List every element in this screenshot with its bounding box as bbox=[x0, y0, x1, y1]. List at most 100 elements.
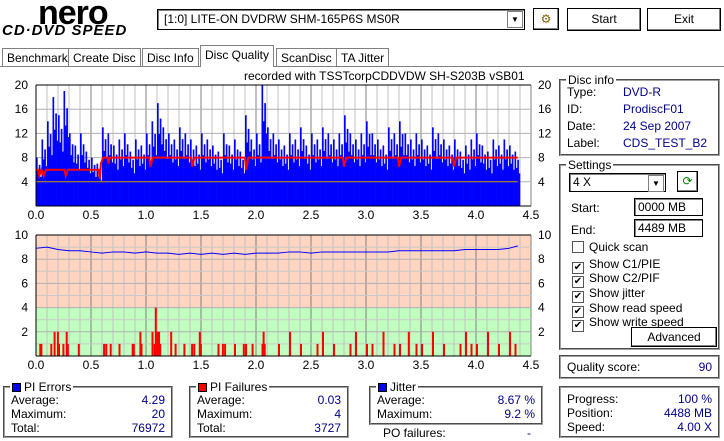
pi-failures-group: PI Failures Average: 0.03 Maximum: 4 Total… bbox=[189, 380, 349, 438]
pif-bar bbox=[53, 331, 56, 356]
pif-bar bbox=[470, 343, 473, 356]
checkbox-empty-icon bbox=[572, 241, 584, 253]
pif-bar bbox=[382, 331, 385, 356]
start-input[interactable]: 0000 MB bbox=[634, 198, 703, 216]
position-label: Position: bbox=[567, 406, 614, 420]
pi-failures-title: PI Failures bbox=[210, 380, 268, 394]
jitter-average: 8.67 % bbox=[497, 393, 535, 407]
pi-failures-total: 3727 bbox=[314, 421, 341, 435]
po-failures-row: PO failures: - bbox=[383, 426, 531, 441]
pi-errors-group: PI Errors Average: 4.29 Maximum: 20 Total:… bbox=[3, 380, 173, 438]
x-tick-label: 1.0 bbox=[138, 358, 155, 372]
tab-disc-quality[interactable]: Disc Quality bbox=[200, 45, 275, 67]
pif-bar bbox=[415, 343, 418, 356]
pif-bar bbox=[140, 343, 143, 356]
speed-select-value: 4 X bbox=[573, 175, 592, 189]
y-tick-label-right: 8 bbox=[538, 151, 545, 165]
pif-bar bbox=[465, 331, 467, 356]
y-tick-label-right: 12 bbox=[538, 126, 552, 140]
x-tick-label: 4.5 bbox=[523, 358, 540, 372]
disc-date: 24 Sep 2007 bbox=[623, 119, 692, 133]
exit-button[interactable]: Exit bbox=[647, 8, 721, 31]
avg-label: Average: bbox=[197, 393, 245, 407]
pif-bar bbox=[151, 331, 154, 356]
y-tick-label-right: 6 bbox=[538, 276, 545, 290]
y-tick-label-right: 10 bbox=[538, 228, 552, 242]
pif-bar bbox=[443, 343, 445, 356]
checkbox-label: Show C2/PIF bbox=[589, 271, 660, 285]
pif-bar bbox=[509, 331, 511, 356]
pif-bar bbox=[393, 343, 396, 356]
avg-label: Average: bbox=[377, 393, 425, 407]
pif-bar bbox=[366, 343, 368, 356]
pif-bar bbox=[191, 343, 194, 356]
max-label: Maximum: bbox=[377, 407, 433, 421]
settings-title: Settings bbox=[566, 158, 614, 172]
quick-scan-checkbox[interactable]: Quick scan bbox=[572, 240, 648, 254]
x-tick-label: 2.5 bbox=[303, 358, 320, 372]
show-c1-pie-checkbox[interactable]: ✔ Show C1/PIE bbox=[572, 257, 660, 274]
pif-bar bbox=[355, 331, 357, 356]
jitter-title: Jitter bbox=[390, 380, 417, 394]
max-label: Maximum: bbox=[197, 407, 253, 421]
pi-errors-maximum: 20 bbox=[151, 407, 165, 421]
jitter-maximum: 9.2 % bbox=[504, 407, 535, 421]
disc-type: DVD-R bbox=[623, 85, 661, 99]
red-legend-swatch bbox=[198, 383, 207, 392]
advanced-button[interactable]: Advanced bbox=[631, 327, 717, 347]
pif-bar bbox=[50, 343, 53, 356]
progress-value: 100 % bbox=[677, 392, 712, 406]
pif-bar bbox=[40, 343, 43, 356]
show-read-speed-checkbox[interactable]: ✔ Show read speed bbox=[572, 301, 682, 318]
speed-value: 4.00 X bbox=[677, 420, 712, 434]
id-label: ID: bbox=[567, 102, 583, 116]
pif-bar bbox=[242, 343, 245, 356]
chevron-down-icon[interactable]: ▼ bbox=[648, 175, 664, 192]
pi-errors-average: 4.29 bbox=[141, 393, 165, 407]
y-tick-label-left: 16 bbox=[15, 102, 29, 116]
pif-bar bbox=[199, 343, 202, 356]
disc-info-group: Disc info Type: DVD-R ID: ProdiscF01 Date:… bbox=[559, 73, 720, 156]
quality-score-value: 90 bbox=[698, 360, 712, 374]
pif-bar bbox=[333, 343, 335, 356]
y-tick-label-left: 8 bbox=[21, 252, 28, 266]
pif-bar bbox=[399, 343, 401, 356]
blue-legend-swatch bbox=[378, 383, 387, 392]
x-tick-label: 2.0 bbox=[248, 358, 265, 372]
y-tick-label-left: 20 bbox=[15, 78, 29, 92]
show-c2-pif-checkbox[interactable]: ✔ Show C2/PIF bbox=[572, 271, 660, 288]
x-tick-label: 3.5 bbox=[413, 358, 430, 372]
disc-label: CDS_TEST_B2 bbox=[623, 136, 708, 150]
total-label: Total: bbox=[11, 421, 40, 435]
start-button[interactable]: Start bbox=[567, 8, 641, 31]
total-label: Total: bbox=[197, 421, 226, 435]
x-tick-label: 3.0 bbox=[358, 358, 375, 372]
x-tick-label: 4.0 bbox=[468, 358, 485, 372]
pi-failures-maximum: 4 bbox=[334, 407, 341, 421]
y-tick-label-left: 4 bbox=[21, 175, 28, 189]
pif-bar bbox=[316, 343, 319, 356]
end-input[interactable]: 4489 MB bbox=[634, 219, 703, 237]
jitter-group: Jitter Average: 8.67 % Maximum: 9.2 % bbox=[369, 380, 543, 425]
y-tick-label-right: 16 bbox=[538, 102, 552, 116]
progress-label: Progress: bbox=[567, 392, 619, 406]
pif-bar bbox=[109, 343, 112, 356]
show-jitter-checkbox[interactable]: ✔ Show jitter bbox=[572, 286, 645, 303]
x-tick-label: 1.5 bbox=[193, 208, 210, 222]
refresh-icon[interactable]: ⟳ bbox=[677, 171, 698, 192]
pif-bar bbox=[66, 343, 69, 356]
x-tick-label: 0.0 bbox=[28, 358, 45, 372]
pif-bar bbox=[58, 343, 60, 356]
start-label: Start: bbox=[571, 201, 600, 215]
pif-bar bbox=[224, 343, 227, 356]
y-tick-label-left: 6 bbox=[21, 276, 28, 290]
label-label: Label: bbox=[567, 136, 600, 150]
x-tick-label: 1.5 bbox=[193, 358, 210, 372]
pif-bar bbox=[251, 343, 254, 356]
pi-failures-average: 0.03 bbox=[317, 393, 341, 407]
x-tick-label: 2.0 bbox=[248, 208, 265, 222]
pif-bar bbox=[459, 343, 462, 356]
x-tick-label: 4.5 bbox=[523, 208, 540, 222]
speed-select[interactable]: 4 X ▼ bbox=[569, 173, 666, 192]
po-failures-label: PO failures: bbox=[383, 426, 446, 440]
